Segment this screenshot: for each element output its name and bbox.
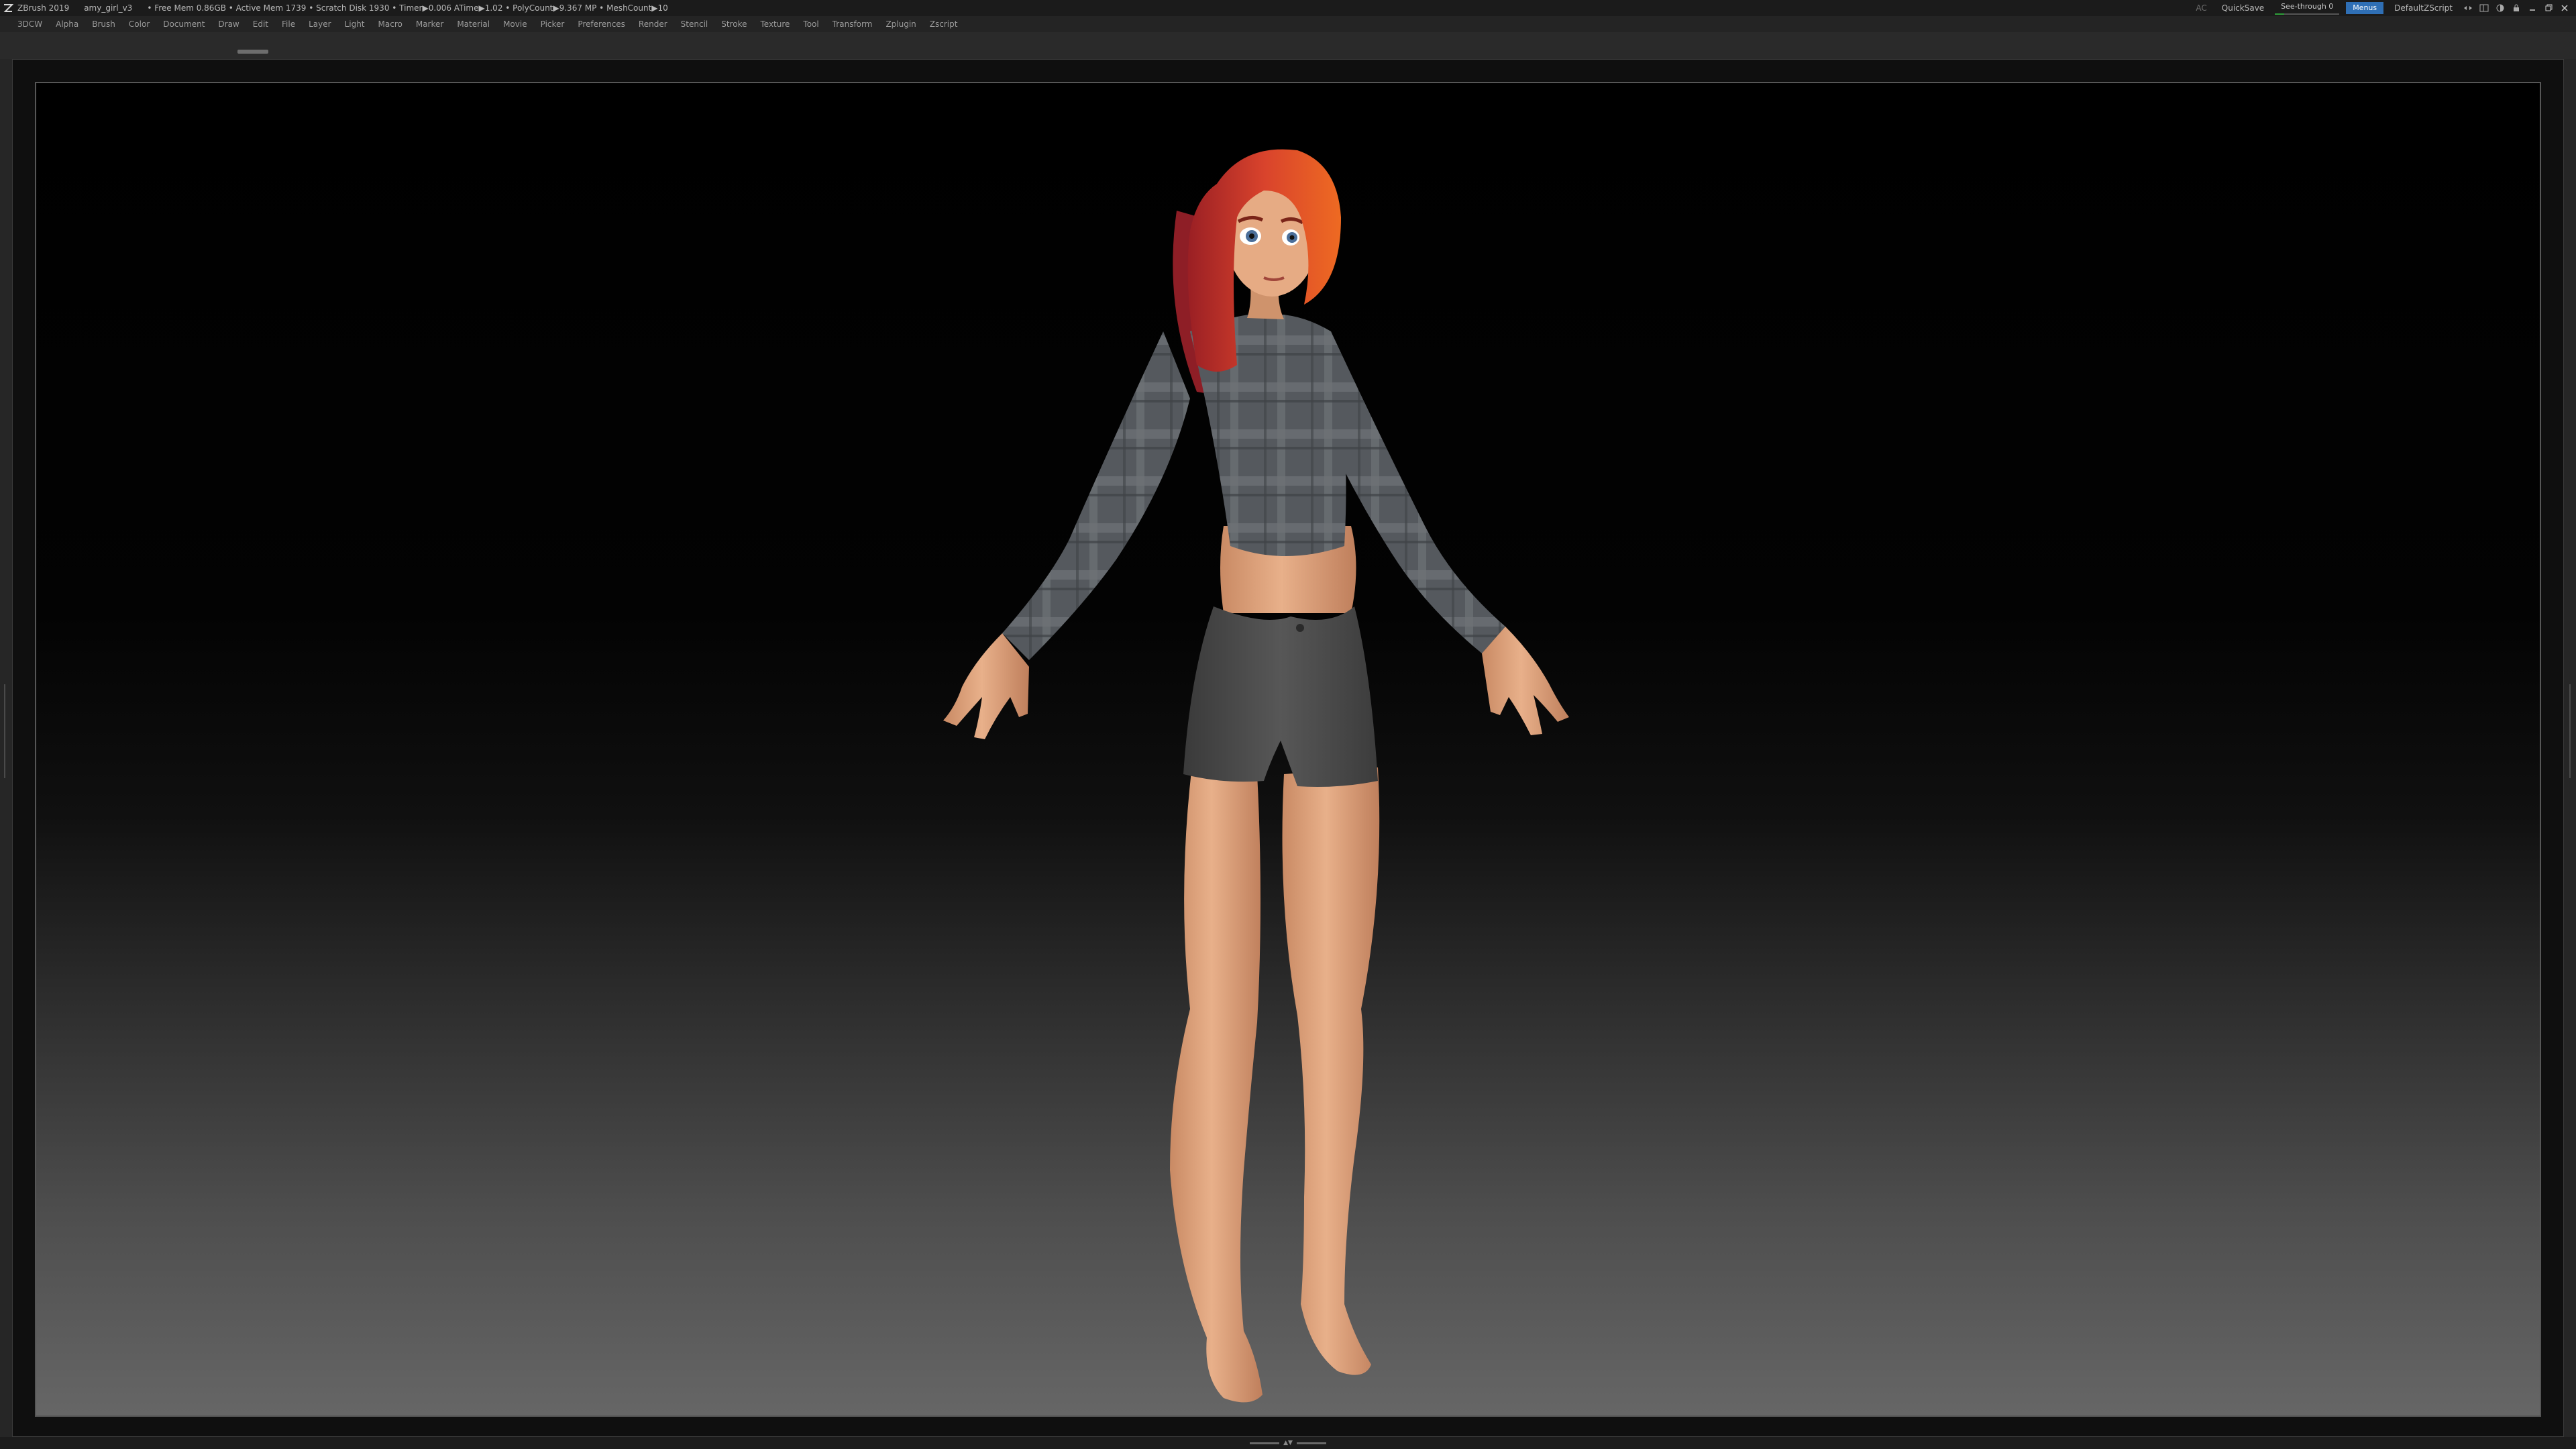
menu-zscript[interactable]: Zscript xyxy=(923,16,965,32)
character-3d-model[interactable] xyxy=(36,83,2541,1417)
menu-stencil[interactable]: Stencil xyxy=(674,16,715,32)
menu-transform[interactable]: Transform xyxy=(826,16,879,32)
left-leg xyxy=(1170,754,1263,1403)
left-tray-handle[interactable] xyxy=(1,684,8,778)
top-tray-grip-handle[interactable] xyxy=(237,50,268,54)
document-canvas[interactable] xyxy=(35,82,2541,1417)
menu-edit[interactable]: Edit xyxy=(246,16,275,32)
right-tray-handle[interactable] xyxy=(2567,684,2573,778)
close-icon[interactable] xyxy=(2560,3,2569,13)
menu-picker[interactable]: Picker xyxy=(534,16,572,32)
see-through-label: See-through 0 xyxy=(2281,2,2334,11)
lock-icon[interactable] xyxy=(2512,3,2521,13)
shorts-button xyxy=(1296,624,1304,632)
right-hand xyxy=(1482,627,1569,735)
menu-3dcw[interactable]: 3DCW xyxy=(11,16,49,32)
title-bar: ZBrush 2019 amy_girl_v3 • Free Mem 0.86G… xyxy=(0,0,2576,16)
see-through-fill xyxy=(2275,13,2285,15)
palette-arrows-icon[interactable] xyxy=(2463,3,2473,13)
menu-macro[interactable]: Macro xyxy=(372,16,409,32)
see-through-slider[interactable]: See-through 0 xyxy=(2275,1,2340,15)
bottom-tray-grip-handle[interactable]: ▲▼ xyxy=(1245,1440,1331,1446)
menu-layer[interactable]: Layer xyxy=(302,16,337,32)
restore-icon[interactable] xyxy=(2544,3,2553,13)
menu-texture[interactable]: Texture xyxy=(753,16,796,32)
left-sleeve xyxy=(1002,331,1190,660)
memory-stats: • Free Mem 0.86GB • Active Mem 1739 • Sc… xyxy=(147,3,668,13)
zbrush-logo-icon[interactable] xyxy=(3,3,14,13)
ac-button[interactable]: AC xyxy=(2192,2,2210,14)
menu-tool[interactable]: Tool xyxy=(796,16,825,32)
quicksave-button[interactable]: QuickSave xyxy=(2218,2,2268,14)
menu-draw[interactable]: Draw xyxy=(211,16,246,32)
shorts xyxy=(1183,606,1378,787)
menu-brush[interactable]: Brush xyxy=(85,16,122,32)
menu-marker[interactable]: Marker xyxy=(409,16,450,32)
app-name: ZBrush 2019 xyxy=(17,3,70,13)
minimize-icon[interactable] xyxy=(2528,3,2537,13)
menu-color[interactable]: Color xyxy=(122,16,156,32)
menu-light[interactable]: Light xyxy=(338,16,372,32)
layout-icon[interactable] xyxy=(2479,3,2489,13)
menus-toggle-button[interactable]: Menus xyxy=(2346,2,2384,14)
menu-stroke[interactable]: Stroke xyxy=(714,16,753,32)
top-shelf xyxy=(0,32,2576,59)
expand-arrows-icon[interactable]: ▲▼ xyxy=(1283,1440,1293,1446)
menu-file[interactable]: File xyxy=(275,16,302,32)
main-menu-bar: 3DCW Alpha Brush Color Document Draw Edi… xyxy=(0,16,2576,32)
left-hand xyxy=(943,633,1029,739)
menu-movie[interactable]: Movie xyxy=(496,16,534,32)
default-zscript-button[interactable]: DefaultZScript xyxy=(2390,2,2457,14)
menu-render[interactable]: Render xyxy=(632,16,674,32)
right-leg xyxy=(1282,767,1380,1375)
menu-alpha[interactable]: Alpha xyxy=(49,16,85,32)
color-scheme-icon[interactable] xyxy=(2496,3,2505,13)
menu-document[interactable]: Document xyxy=(156,16,211,32)
menu-zplugin[interactable]: Zplugin xyxy=(879,16,922,32)
bottom-shelf: ▲▼ xyxy=(0,1437,2576,1449)
menu-preferences[interactable]: Preferences xyxy=(571,16,632,32)
document-name: amy_girl_v3 xyxy=(84,3,133,13)
menu-material[interactable]: Material xyxy=(450,16,496,32)
